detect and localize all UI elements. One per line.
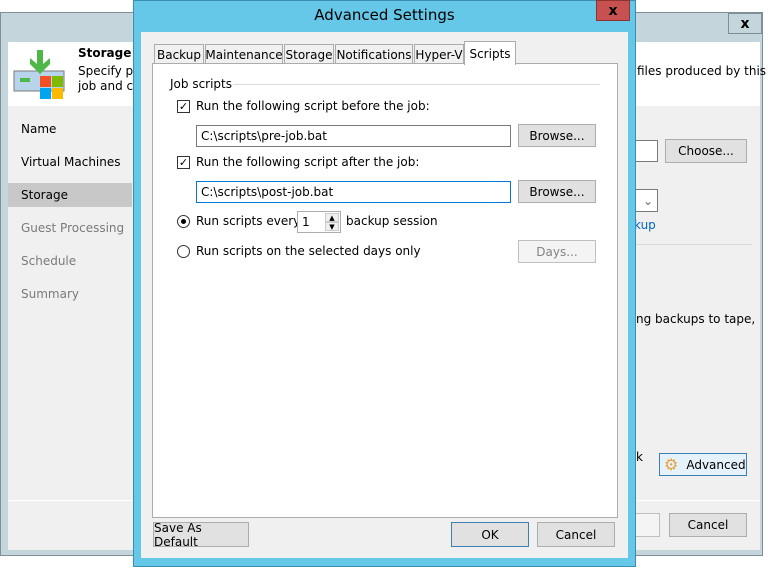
wizard-step-title: Storage: [78, 46, 132, 60]
before-job-browse-button[interactable]: Browse...: [518, 124, 596, 147]
wizard-step-desc-2: job and cu: [78, 79, 141, 93]
after-job-browse-button[interactable]: Browse...: [518, 180, 596, 203]
divider: [636, 244, 752, 245]
days-button[interactable]: Days...: [518, 240, 596, 263]
before-job-label: Run the following script before the job:: [196, 99, 430, 113]
tab-scripts[interactable]: Scripts: [464, 41, 516, 65]
dialog-title: Advanced Settings: [314, 6, 455, 24]
before-job-script-input[interactable]: C:\scripts\pre-job.bat: [196, 125, 511, 147]
advanced-label: Advanced: [686, 457, 746, 472]
spin-up-icon[interactable]: ▲: [325, 213, 339, 222]
wizard-cancel-button[interactable]: Cancel: [669, 513, 747, 537]
before-job-checkbox[interactable]: ✓: [177, 100, 190, 113]
tab-notifications[interactable]: Notifications: [335, 44, 413, 64]
wizard-close-button[interactable]: x: [728, 13, 762, 34]
run-every-label: Run scripts every: [196, 214, 301, 228]
advanced-button[interactable]: ⚙ Advanced: [659, 453, 747, 476]
wizard-step-desc-right: files produced by this: [637, 64, 767, 78]
session-count-stepper[interactable]: 1 ▲ ▼: [297, 211, 341, 233]
ok-button[interactable]: OK: [451, 522, 529, 547]
spin-down-icon[interactable]: ▼: [325, 222, 339, 231]
text-fragment: ng backups to tape,: [636, 312, 756, 326]
dialog-close-button[interactable]: x: [596, 0, 630, 21]
run-every-suffix: backup session: [346, 214, 438, 228]
link[interactable]: kup: [634, 218, 656, 232]
nav-schedule[interactable]: Schedule: [8, 249, 132, 273]
nav-name[interactable]: Name: [8, 117, 132, 141]
run-every-radio[interactable]: [177, 215, 190, 228]
after-job-checkbox[interactable]: ✓: [177, 156, 190, 169]
selected-days-radio[interactable]: [177, 245, 190, 258]
after-job-script-input[interactable]: C:\scripts\post-job.bat: [196, 181, 511, 203]
group-label-job-scripts: Job scripts: [170, 77, 233, 91]
text-fragment-2: k: [636, 450, 643, 464]
nav-guest-processing[interactable]: Guest Processing: [8, 216, 132, 240]
storage-icon: [13, 50, 65, 99]
chevron-down-icon: ⌄: [642, 193, 653, 208]
choose-button[interactable]: Choose...: [665, 139, 747, 163]
after-job-label: Run the following script after the job:: [196, 155, 420, 169]
tab-storage[interactable]: Storage: [284, 44, 334, 64]
nav-storage[interactable]: Storage: [8, 183, 132, 207]
tab-hyper-v[interactable]: Hyper-V: [414, 44, 464, 64]
tab-backup[interactable]: Backup: [154, 44, 204, 64]
wizard-step-desc: Specify pr: [78, 64, 139, 78]
group-divider: [233, 84, 600, 85]
selected-days-label: Run scripts on the selected days only: [196, 244, 421, 258]
tab-maintenance[interactable]: Maintenance: [205, 44, 283, 64]
save-as-default-button[interactable]: Save As Default: [153, 521, 249, 549]
cancel-button[interactable]: Cancel: [537, 522, 615, 547]
nav-virtual-machines[interactable]: Virtual Machines: [8, 150, 132, 174]
nav-summary[interactable]: Summary: [8, 282, 132, 306]
session-count-value: 1: [302, 215, 310, 229]
gear-icon: ⚙: [664, 454, 679, 474]
